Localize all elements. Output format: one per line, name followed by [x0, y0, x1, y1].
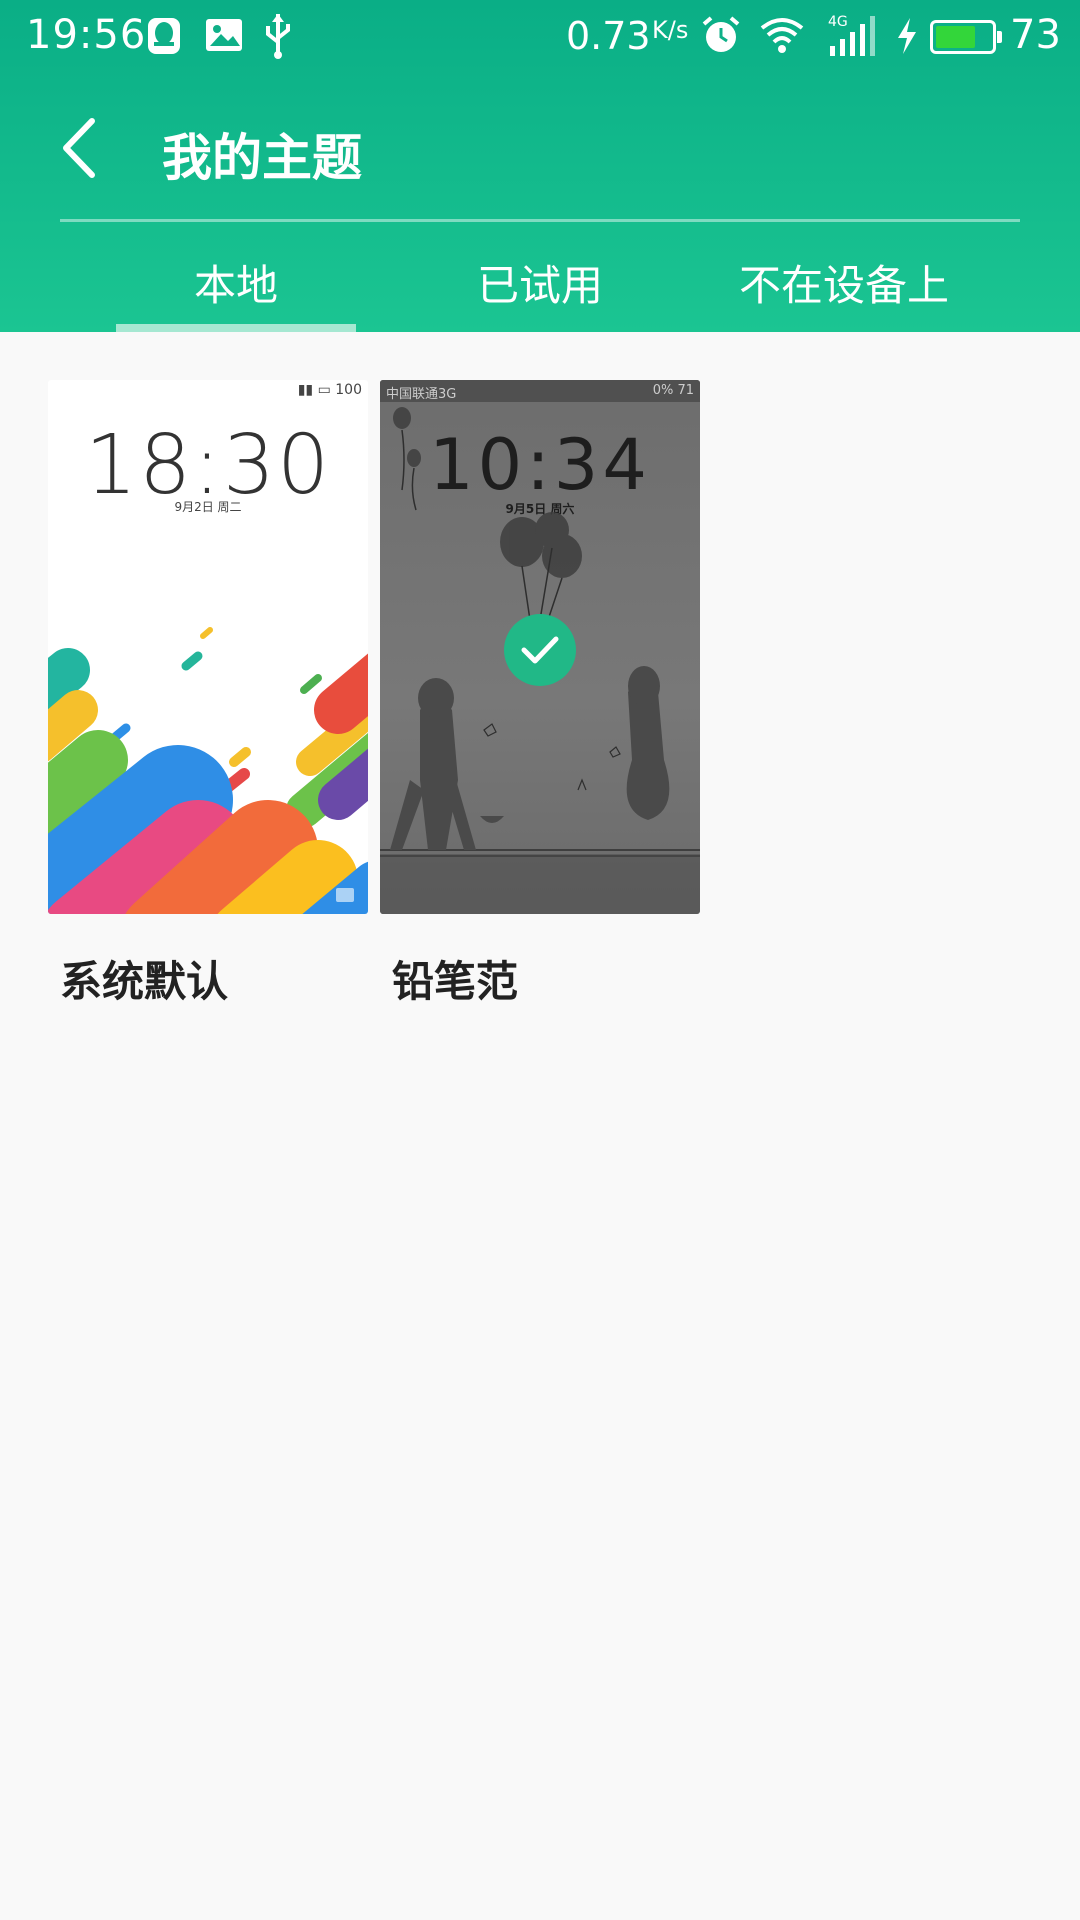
usb-icon — [266, 14, 290, 59]
tab-local-label: 本地 — [193, 261, 278, 310]
checkmark-icon — [521, 636, 559, 664]
tab-indicator — [116, 324, 356, 332]
battery-icon — [930, 20, 1002, 54]
battery-fill — [936, 26, 975, 48]
back-button[interactable] — [48, 110, 108, 186]
page-title: 我的主题 — [162, 129, 362, 187]
net-speed: 0.73 — [566, 14, 651, 58]
tab-not-on-device[interactable]: 不在设备上 — [724, 240, 964, 332]
charging-icon — [898, 18, 916, 54]
tab-tried-label: 已试用 — [476, 261, 603, 310]
tab-local[interactable]: 本地 — [116, 240, 356, 332]
camera-shortcut-icon — [336, 888, 354, 902]
chevron-left-icon — [63, 118, 95, 178]
net-speed-unit: K/s — [652, 16, 689, 44]
applied-badge — [504, 614, 576, 686]
svg-text:4G: 4G — [828, 14, 848, 30]
alarm-icon — [702, 16, 740, 52]
tab-bar: 本地 已试用 不在设备上 — [0, 240, 1080, 332]
tab-not-on-device-label: 不在设备上 — [738, 261, 949, 310]
status-time: 19:56 — [26, 12, 147, 58]
theme-name-pencil: 铅笔范 — [392, 957, 519, 1006]
status-bar: 19:56 0.73 K/s 4G 73 — [0, 0, 1080, 72]
flyme-wallpaper-art — [48, 627, 368, 914]
tab-tried[interactable]: 已试用 — [420, 240, 660, 332]
battery-level: 73 — [1010, 12, 1061, 58]
app-header: 19:56 0.73 K/s 4G 73 我的主题 本地 已试用 不在设备上 — [0, 0, 1080, 332]
theme-name-default: 系统默认 — [60, 957, 229, 1006]
title-divider — [60, 219, 1020, 222]
theme-preview-pencil[interactable]: 中国联通3G 0% 71 10:34 9月5日 周六 — [380, 380, 700, 914]
wifi-icon — [760, 18, 804, 53]
image-icon — [206, 19, 242, 51]
signal-4g-icon: 4G — [828, 14, 875, 56]
theme-preview-default[interactable]: ▮▮ ▭ 100 18:30 9月2日 周二 — [48, 380, 368, 914]
qq-icon — [148, 18, 180, 54]
